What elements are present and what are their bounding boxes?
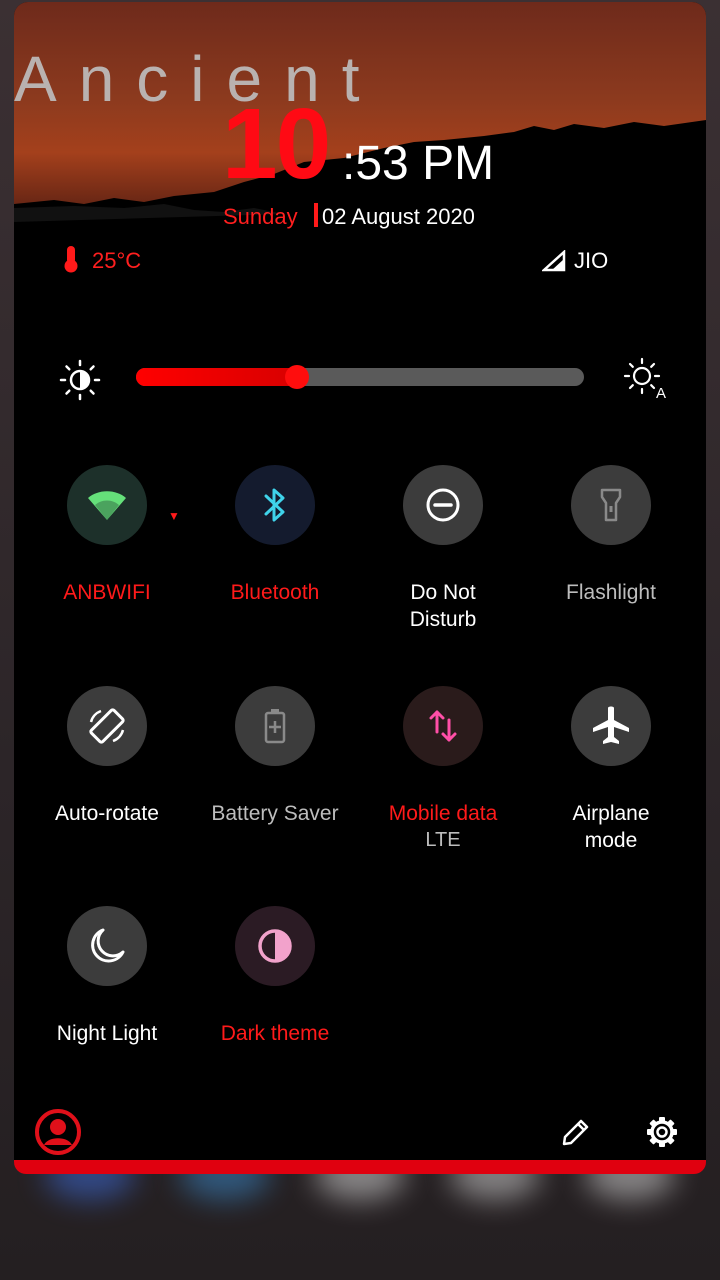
panel-accent-bar bbox=[14, 1160, 706, 1174]
svg-text:A: A bbox=[656, 385, 666, 402]
tile-label: Bluetooth bbox=[230, 581, 320, 604]
dropdown-arrow-icon[interactable]: ▼ bbox=[168, 509, 180, 523]
auto-brightness-icon[interactable]: A bbox=[620, 356, 670, 402]
do-not-disturb-icon[interactable] bbox=[403, 465, 483, 545]
tile-label: Mobile data bbox=[388, 802, 498, 825]
tile-battery-saver[interactable]: Battery Saver bbox=[191, 686, 359, 827]
signal-icon bbox=[542, 250, 566, 272]
night-light-icon[interactable] bbox=[67, 906, 147, 986]
tile-label: Flashlight bbox=[566, 581, 656, 604]
brightness-slider-fill bbox=[136, 368, 298, 386]
tile-wifi[interactable]: ▼ ANBWIFI bbox=[23, 465, 191, 606]
tile-label: Night Light bbox=[56, 1022, 158, 1045]
brightness-slider-thumb[interactable] bbox=[285, 365, 310, 389]
brightness-low-icon bbox=[59, 359, 101, 401]
user-avatar-icon[interactable] bbox=[34, 1108, 82, 1156]
airplane-icon[interactable] bbox=[571, 686, 651, 766]
clock-date[interactable]: 02 August 2020 bbox=[322, 204, 475, 230]
tile-label: Airplane mode bbox=[572, 802, 650, 852]
clock-hour[interactable]: 10 bbox=[222, 94, 331, 194]
settings-gear-icon[interactable] bbox=[646, 1116, 678, 1148]
dark-theme-icon[interactable] bbox=[235, 906, 315, 986]
edit-pencil-icon[interactable] bbox=[560, 1116, 592, 1148]
clock-day: Sunday bbox=[223, 204, 298, 229]
temperature: 25°C bbox=[92, 248, 142, 273]
tile-label: Do Not Disturb bbox=[409, 581, 477, 631]
tile-night-light[interactable]: Night Light bbox=[23, 906, 191, 1047]
flashlight-icon[interactable] bbox=[571, 465, 651, 545]
tile-bluetooth[interactable]: Bluetooth bbox=[191, 465, 359, 606]
bluetooth-icon[interactable] bbox=[235, 465, 315, 545]
tile-label: ANBWIFI bbox=[63, 581, 151, 604]
tile-airplane-mode[interactable]: Airplane mode bbox=[527, 686, 695, 854]
tile-flashlight[interactable]: Flashlight bbox=[527, 465, 695, 606]
tile-mobile-data[interactable]: Mobile data LTE bbox=[359, 686, 527, 854]
mobile-data-icon[interactable] bbox=[403, 686, 483, 766]
tile-dark-theme[interactable]: Dark theme bbox=[191, 906, 359, 1047]
tile-label: Battery Saver bbox=[211, 802, 339, 825]
tile-do-not-disturb[interactable]: Do Not Disturb bbox=[359, 465, 527, 633]
thermometer-icon bbox=[64, 246, 78, 273]
quick-settings-panel: Ancient 10 :53 PM Sunday 02 August 2020 … bbox=[14, 2, 706, 1174]
tile-auto-rotate[interactable]: Auto-rotate bbox=[23, 686, 191, 827]
tile-label: Dark theme bbox=[220, 1022, 330, 1045]
clock-minutes[interactable]: :53 PM bbox=[342, 140, 494, 188]
carrier-name: JIO bbox=[574, 248, 609, 273]
wifi-icon[interactable] bbox=[67, 465, 147, 545]
tile-label: Auto-rotate bbox=[55, 802, 159, 825]
battery-saver-icon[interactable] bbox=[235, 686, 315, 766]
tile-sublabel: LTE bbox=[425, 829, 461, 851]
date-divider bbox=[314, 203, 318, 227]
auto-rotate-icon[interactable] bbox=[67, 686, 147, 766]
brightness-slider[interactable] bbox=[136, 365, 584, 389]
